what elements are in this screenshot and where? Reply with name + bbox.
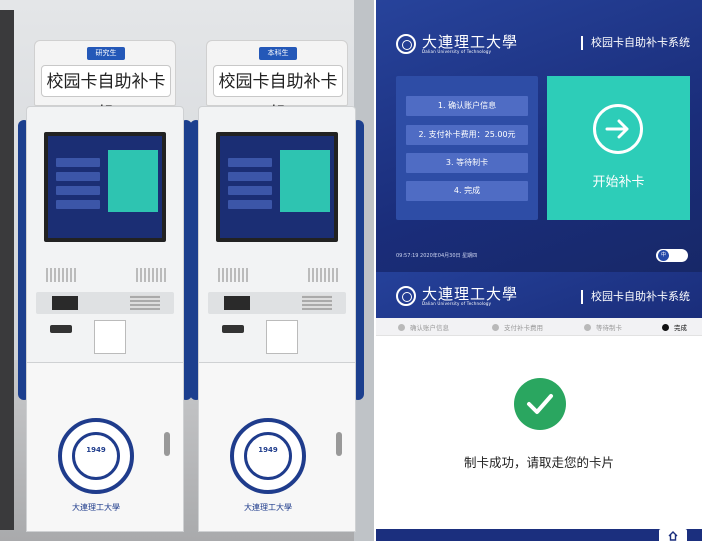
- university-seal-icon: [396, 34, 416, 54]
- speaker-grille: [136, 268, 166, 282]
- start-reissue-button[interactable]: 开始补卡: [547, 76, 690, 220]
- kiosk-screen-step: [228, 200, 272, 209]
- card-reader: [224, 296, 250, 310]
- kiosk-sign: 校园卡自助补卡机: [213, 65, 343, 124]
- step-wait-card: 3. 等待制卡: [406, 153, 528, 173]
- success-header: 大連理工大學 Dalian University of Technology 校…: [376, 272, 702, 318]
- university-seal-icon: 1949: [230, 418, 306, 494]
- card-reader: [52, 296, 78, 310]
- card-slot: [50, 325, 72, 333]
- keypad: [302, 295, 332, 310]
- arrow-right-circle-icon: [593, 104, 643, 154]
- success-screen: 大連理工大學 Dalian University of Technology 校…: [376, 272, 702, 541]
- progress-label: 支付补卡费用: [504, 324, 543, 332]
- kiosk-screen-step: [56, 158, 100, 167]
- kiosk-screen-start: [280, 150, 330, 212]
- progress-dot: [584, 323, 591, 331]
- university-seal-icon: [396, 286, 416, 306]
- kiosk-screen-step: [56, 186, 100, 195]
- seal-script: 大連理工大學: [244, 503, 292, 512]
- university-logo: 大連理工大學 Dalian University of Technology: [396, 34, 518, 54]
- step-confirm-account: 1. 确认账户信息: [406, 96, 528, 116]
- kiosk-left: 研究生 校园卡自助补卡机 1949 大: [18, 40, 192, 535]
- progress-step-pay: 支付补卡费用: [492, 318, 543, 336]
- university-logo: 大連理工大學 Dalian University of Technology: [396, 286, 518, 306]
- progress-dot: [492, 323, 499, 331]
- card-slot: [222, 325, 244, 333]
- progress-step-confirm: 确认账户信息: [398, 318, 449, 336]
- success-check-icon: [514, 378, 566, 430]
- kiosk-screen-step: [56, 200, 100, 209]
- kiosk-screen-step: [228, 186, 272, 195]
- datetime-readout: 09:57:19 2020年04月30日 星期四: [396, 253, 478, 259]
- progress-label: 确认账户信息: [410, 324, 449, 332]
- card-tray: [94, 320, 126, 354]
- progress-step-complete: 完成: [662, 318, 687, 336]
- logo-text: 大連理工大學 Dalian University of Technology: [422, 32, 519, 54]
- cabinet-lock: [164, 432, 170, 456]
- steps-panel: 1. 确认账户信息 2. 支付补卡费用：25.00元 3. 等待制卡 4. 完成: [396, 76, 538, 220]
- start-label: 开始补卡: [592, 175, 645, 190]
- kiosk-header: 研究生 校园卡自助补卡机: [34, 40, 176, 124]
- kiosk-right: 本科生 校园卡自助补卡机 1949 大: [190, 40, 364, 535]
- kiosk-screens: 大連理工大學 Dalian University of Technology 校…: [376, 0, 702, 541]
- system-title: 校园卡自助补卡系统: [581, 36, 690, 50]
- kiosk-photo: 研究生 校园卡自助补卡机 1949 大: [0, 0, 374, 541]
- seal-year: 1949: [258, 446, 278, 454]
- home-button[interactable]: [659, 529, 687, 541]
- footer-bar: [376, 529, 702, 541]
- cabinet-lock: [336, 432, 342, 456]
- card-tray: [266, 320, 298, 354]
- language-toggle-label: 中: [658, 250, 669, 261]
- language-toggle[interactable]: 中: [656, 249, 688, 262]
- keypad: [130, 295, 160, 310]
- progress-bar: 确认账户信息 支付补卡费用 等待制卡 完成: [376, 318, 702, 336]
- seal-inner-ring: [72, 432, 120, 480]
- kiosk-sign: 校园卡自助补卡机: [41, 65, 171, 124]
- kiosk-screen: [216, 132, 338, 242]
- home-screen: 大連理工大學 Dalian University of Technology 校…: [376, 0, 702, 272]
- seal-inner-ring: [244, 432, 292, 480]
- kiosk-tag: 本科生: [259, 47, 297, 60]
- kiosk-screen-start: [108, 150, 158, 212]
- kiosk-header: 本科生 校园卡自助补卡机: [206, 40, 348, 124]
- kiosk-screen-step: [228, 172, 272, 181]
- progress-dot: [662, 323, 669, 331]
- speaker-grille: [218, 268, 248, 282]
- kiosk-tag: 研究生: [87, 47, 125, 60]
- step-complete: 4. 完成: [406, 181, 528, 201]
- kiosk-screen-step: [228, 158, 272, 167]
- system-title: 校园卡自助补卡系统: [581, 290, 690, 304]
- progress-label: 完成: [674, 324, 687, 332]
- composite-image: 研究生 校园卡自助补卡机 1949 大: [0, 0, 702, 541]
- door-frame: [0, 10, 14, 530]
- step-pay-fee: 2. 支付补卡费用：25.00元: [406, 125, 528, 145]
- kiosk-screen: [44, 132, 166, 242]
- speaker-grille: [46, 268, 76, 282]
- home-icon: [668, 531, 678, 541]
- progress-dot: [398, 323, 405, 331]
- seal-year: 1949: [86, 446, 106, 454]
- logo-chinese: 大連理工大學: [422, 32, 519, 51]
- progress-label: 等待制卡: [596, 324, 622, 332]
- success-message: 制卡成功，请取走您的卡片: [463, 455, 614, 470]
- speaker-grille: [308, 268, 338, 282]
- progress-step-wait: 等待制卡: [584, 318, 622, 336]
- kiosk-screen-step: [56, 172, 100, 181]
- seal-script: 大連理工大學: [72, 503, 120, 512]
- logo-chinese: 大連理工大學: [422, 284, 519, 303]
- university-seal-icon: 1949: [58, 418, 134, 494]
- logo-text: 大連理工大學 Dalian University of Technology: [422, 284, 519, 306]
- checkmark-icon: [527, 394, 553, 414]
